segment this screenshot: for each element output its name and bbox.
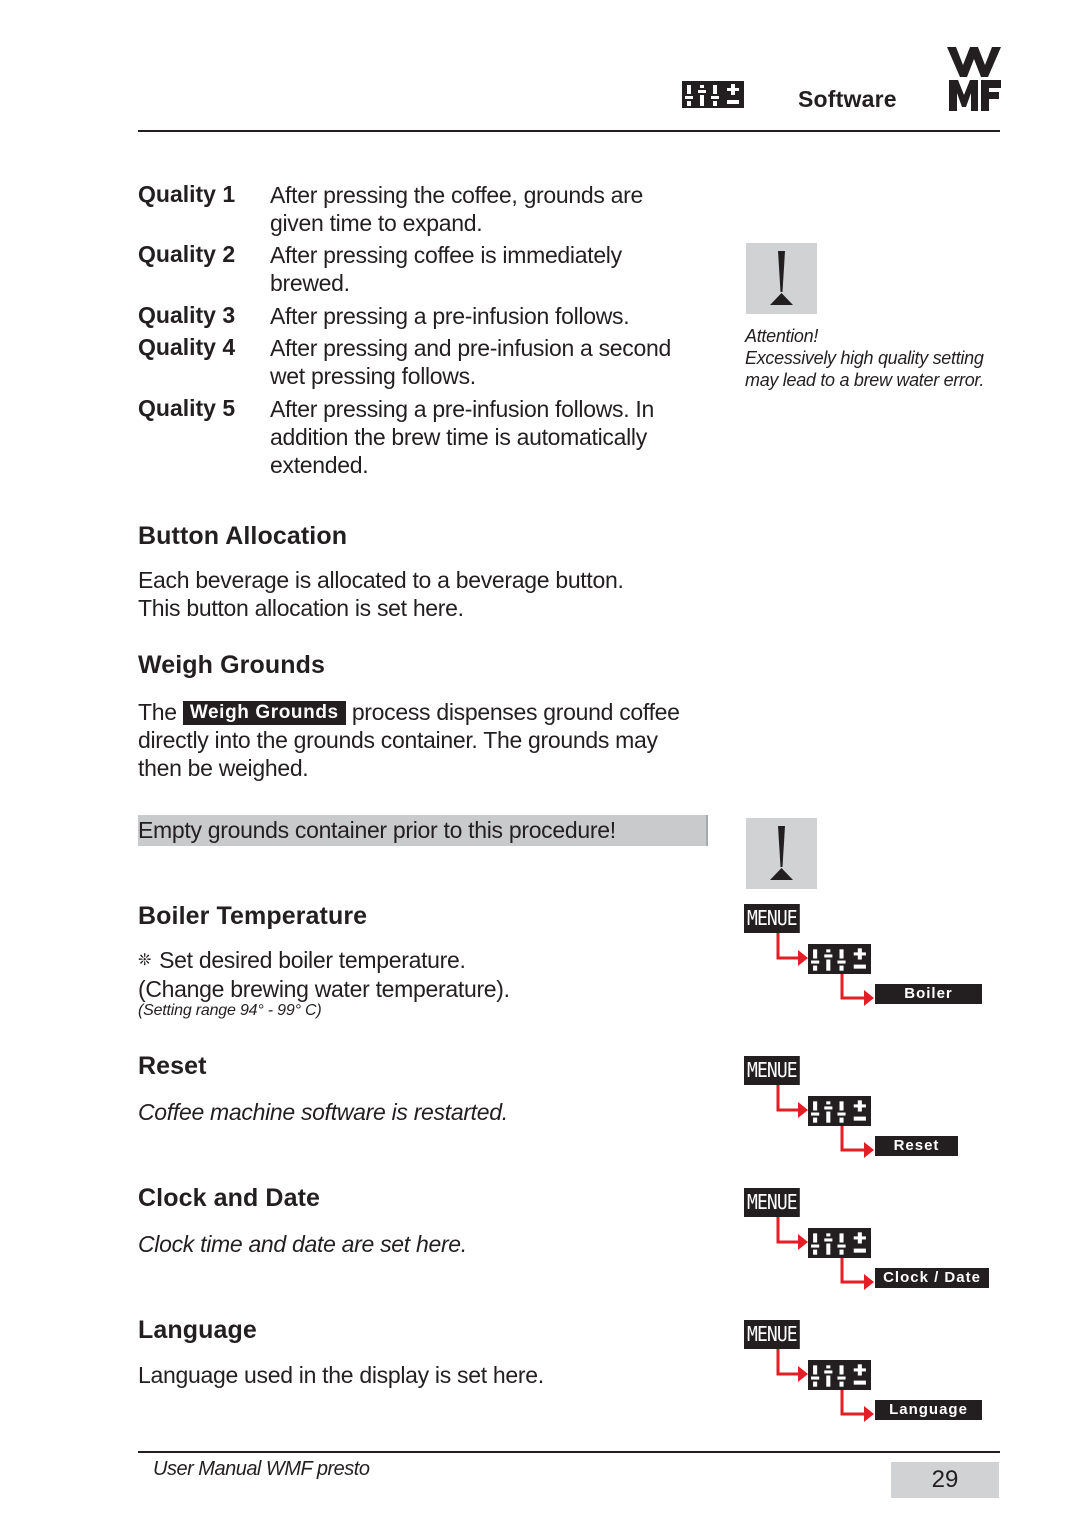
- footer-manual-title: User Manual WMF presto: [153, 1458, 370, 1480]
- text-line: After pressing and pre-infusion a second: [270, 335, 671, 361]
- quality-4-text: After pressing and pre-infusion a second…: [270, 334, 690, 390]
- page-number: 29: [891, 1462, 999, 1498]
- settings-sliders-icon: [808, 1228, 871, 1258]
- text-line: extended.: [270, 452, 369, 478]
- text-line: Each beverage is allocated to a beverage…: [138, 567, 624, 593]
- footer-divider: [138, 1451, 1000, 1453]
- clock-date-text: Clock time and date are set here.: [138, 1231, 467, 1257]
- settings-sliders-icon: [808, 1360, 871, 1390]
- quality-3-label: Quality 3: [138, 302, 236, 328]
- caption-line: may lead to a brew water error.: [745, 370, 985, 390]
- header-divider: [138, 130, 1000, 132]
- text-line: (Change brewing water temperature).: [138, 976, 510, 1002]
- attention-exclamation-icon: [746, 818, 817, 889]
- setting-range-note: (Setting range 94° - 99° C): [138, 1002, 322, 1019]
- text-fragment: process dispenses ground coffee: [351, 699, 680, 725]
- text-line: After pressing the coffee, grounds are: [270, 182, 644, 208]
- attention-exclamation-icon: [746, 243, 817, 314]
- text-line: brewed.: [270, 270, 350, 296]
- text-line: After pressing a pre-infusion follows.: [270, 303, 630, 329]
- menu-arrow-icon: [776, 1217, 874, 1290]
- language-heading: Language: [138, 1316, 257, 1344]
- text-line: directly into the grounds container. The…: [138, 727, 658, 753]
- text-line: The Weigh Grounds process dispenses grou…: [138, 698, 738, 726]
- text-line: After pressing coffee is immediately: [270, 242, 622, 268]
- settings-sliders-icon: [682, 81, 744, 108]
- text-line: given time to expand.: [270, 210, 483, 236]
- text-fragment: Set desired boiler temperature.: [159, 947, 466, 973]
- boiler-temperature-text: ❊ Set desired boiler temperature. (Change…: [138, 946, 510, 1003]
- language-display: Language: [875, 1400, 982, 1420]
- text-line: ❊ Set desired boiler temperature.: [138, 946, 510, 975]
- reset-heading: Reset: [138, 1052, 207, 1080]
- quality-1-text: After pressing the coffee, grounds are g…: [270, 181, 690, 237]
- clock-date-heading: Clock and Date: [138, 1184, 321, 1212]
- weigh-grounds-button: Weigh Grounds: [182, 701, 346, 725]
- language-text: Language used in the display is set here…: [138, 1362, 544, 1388]
- menu-arrow-icon: [776, 1085, 874, 1158]
- menu-path-diagram-boiler: MENUE Boiler temp.: [744, 904, 1004, 1029]
- quality-4-label: Quality 4: [138, 334, 236, 360]
- text-fragment: The: [138, 699, 177, 725]
- attention-title: Attention!: [745, 326, 819, 346]
- attention-caption: Attention! Excessively high quality sett…: [745, 325, 984, 391]
- quality-3-text: After pressing a pre-infusion follows.: [270, 302, 690, 330]
- settings-sliders-icon: [808, 1096, 871, 1126]
- text-line: addition the brew time is automatically: [270, 424, 647, 450]
- menu-path-diagram-reset: MENUE Reset: [744, 1056, 1004, 1181]
- button-allocation-text: Each beverage is allocated to a beverage…: [138, 566, 624, 622]
- boiler-temp-display: Boiler temp.: [875, 984, 982, 1022]
- weigh-grounds-text: The Weigh Grounds process dispenses grou…: [138, 698, 738, 782]
- menu-path-diagram-clock: MENUE Clock / Date: [744, 1188, 1004, 1313]
- quality-5-label: Quality 5: [138, 395, 236, 421]
- text-line: then be weighed.: [138, 755, 309, 781]
- text-line: wet pressing follows.: [270, 363, 476, 389]
- boiler-temperature-heading: Boiler Temperature: [138, 902, 368, 930]
- reset-display: Reset: [875, 1136, 958, 1156]
- asterisk-bullet-icon: ❊: [138, 952, 152, 969]
- text-line: After pressing a pre-infusion follows. I…: [270, 396, 655, 422]
- settings-sliders-icon: [808, 944, 871, 974]
- weigh-grounds-heading: Weigh Grounds: [138, 651, 325, 679]
- menu-path-diagram-language: MENUE Language: [744, 1320, 1004, 1445]
- menu-arrow-icon: [776, 1349, 874, 1422]
- button-allocation-heading: Button Allocation: [138, 522, 348, 550]
- menu-arrow-icon: [776, 933, 874, 1006]
- caption-line: Excessively high quality setting: [745, 348, 984, 368]
- warning-notice: Empty grounds container prior to this pr…: [138, 815, 708, 846]
- quality-2-text: After pressing coffee is immediately bre…: [270, 241, 690, 297]
- section-title: Software: [798, 86, 897, 112]
- text-line: This button allocation is set here.: [138, 595, 464, 621]
- wmf-logo: [947, 47, 1001, 111]
- clock-date-display: Clock / Date: [875, 1268, 989, 1288]
- quality-5-text: After pressing a pre-infusion follows. I…: [270, 395, 690, 479]
- quality-2-label: Quality 2: [138, 241, 236, 267]
- quality-1-label: Quality 1: [138, 181, 236, 207]
- reset-text: Coffee machine software is restarted.: [138, 1099, 508, 1125]
